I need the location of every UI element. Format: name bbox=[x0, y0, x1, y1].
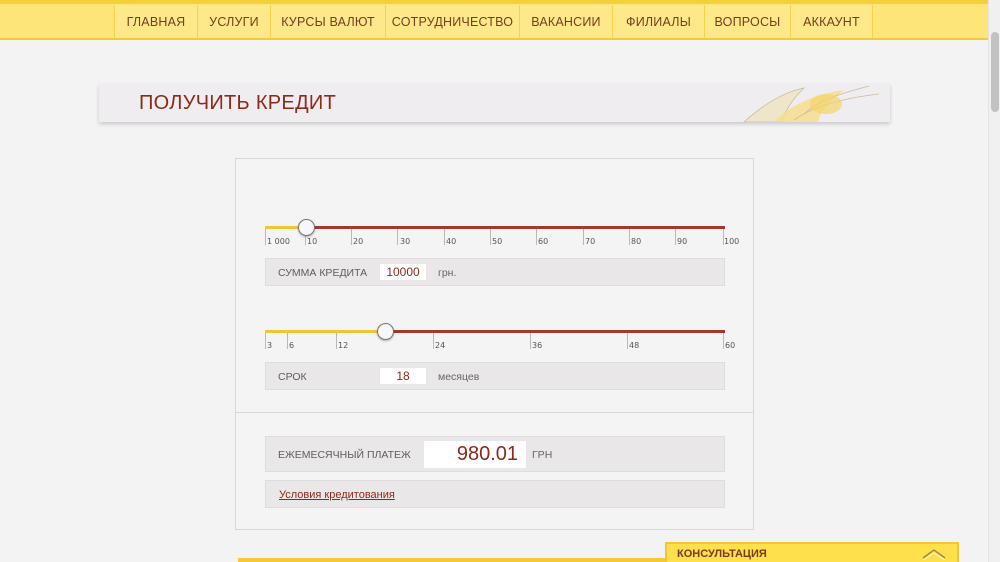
amount-tick-label: 70 bbox=[585, 237, 596, 246]
term-tick bbox=[336, 333, 337, 349]
page-scrollbar[interactable] bbox=[988, 0, 1000, 562]
term-tick-label: 3 bbox=[267, 341, 273, 350]
term-tick bbox=[433, 333, 434, 349]
credit-terms-row: Условия кредитования bbox=[265, 480, 725, 508]
amount-slider-track[interactable] bbox=[306, 226, 725, 229]
amount-slider-handle[interactable] bbox=[298, 219, 315, 236]
amount-slider[interactable]: 1 000 10 20 30 40 50 60 70 80 90 100 bbox=[265, 219, 739, 256]
nav-item-cooperation[interactable]: СОТРУДНИЧЕСТВО bbox=[386, 5, 520, 38]
term-label: СРОК bbox=[278, 371, 307, 383]
term-tick bbox=[530, 333, 531, 349]
top-navigation-bar: ГЛАВНАЯ УСЛУГИ КУРСЫ ВАЛЮТ СОТРУДНИЧЕСТВ… bbox=[0, 0, 988, 40]
term-tick-label: 48 bbox=[629, 341, 640, 350]
amount-unit: грн. bbox=[438, 267, 457, 279]
amount-field-row: СУММА КРЕДИТА грн. bbox=[265, 258, 725, 286]
footer-strip bbox=[238, 558, 668, 562]
amount-tick-label: 10 bbox=[307, 237, 318, 246]
amount-tick-label: 50 bbox=[492, 237, 503, 246]
amount-tick bbox=[675, 229, 676, 245]
amount-tick-label: 1 000 bbox=[267, 237, 290, 246]
monthly-payment-value: 980.01 bbox=[424, 441, 526, 468]
monthly-payment-unit: ГРН bbox=[532, 449, 553, 461]
nav-item-exchange-rates[interactable]: КУРСЫ ВАЛЮТ bbox=[271, 5, 386, 38]
credit-terms-link[interactable]: Условия кредитования bbox=[279, 489, 395, 501]
nav-item-branches[interactable]: ФИЛИАЛЫ bbox=[613, 5, 705, 38]
amount-tick-label: 20 bbox=[353, 237, 364, 246]
amount-tick bbox=[629, 229, 630, 245]
term-field-row: СРОК месяцев bbox=[265, 362, 725, 390]
page-title: ПОЛУЧИТЬ КРЕДИТ bbox=[139, 92, 337, 114]
panel-divider bbox=[236, 412, 753, 413]
amount-tick-label: 80 bbox=[631, 237, 642, 246]
amount-tick-label: 40 bbox=[446, 237, 457, 246]
monthly-payment-row: ЕЖЕМЕСЯЧНЫЙ ПЛАТЕЖ 980.01 ГРН bbox=[265, 436, 725, 472]
term-tick-label: 36 bbox=[532, 341, 543, 350]
monthly-payment-label: ЕЖЕМЕСЯЧНЫЙ ПЛАТЕЖ bbox=[278, 449, 411, 461]
amount-tick bbox=[444, 229, 445, 245]
nav-item-vacancies[interactable]: ВАКАНСИИ bbox=[520, 5, 613, 38]
term-tick-label: 12 bbox=[338, 341, 349, 350]
amount-input[interactable] bbox=[380, 264, 426, 280]
nav-item-account[interactable]: АККАУНТ bbox=[791, 5, 873, 38]
amount-tick bbox=[351, 229, 352, 245]
term-slider[interactable]: 3 6 12 24 36 48 60 bbox=[265, 323, 735, 360]
amount-tick bbox=[583, 229, 584, 245]
amount-tick bbox=[536, 229, 537, 245]
banner-decoration-icon bbox=[743, 85, 880, 122]
page-title-banner: ПОЛУЧИТЬ КРЕДИТ bbox=[99, 84, 890, 122]
term-tick bbox=[265, 333, 266, 349]
consultation-label: КОНСУЛЬТАЦИЯ bbox=[677, 548, 767, 560]
credit-calculator: 1 000 10 20 30 40 50 60 70 80 90 100 СУМ… bbox=[235, 158, 754, 530]
term-tick-label: 6 bbox=[289, 341, 295, 350]
amount-tick-label: 30 bbox=[400, 237, 411, 246]
amount-label: СУММА КРЕДИТА bbox=[278, 267, 368, 279]
term-tick-label: 24 bbox=[435, 341, 446, 350]
nav-item-services[interactable]: УСЛУГИ bbox=[198, 5, 271, 38]
amount-tick-label: 100 bbox=[724, 237, 740, 246]
amount-tick bbox=[490, 229, 491, 245]
term-unit: месяцев bbox=[438, 371, 480, 383]
term-tick bbox=[723, 333, 724, 349]
term-tick-label: 60 bbox=[725, 341, 736, 350]
scrollbar-thumb[interactable] bbox=[991, 32, 999, 112]
term-slider-fill bbox=[265, 330, 385, 333]
consultation-widget[interactable]: КОНСУЛЬТАЦИЯ bbox=[665, 542, 959, 562]
term-tick bbox=[627, 333, 628, 349]
amount-tick-label: 90 bbox=[677, 237, 688, 246]
chevron-up-icon[interactable] bbox=[921, 546, 947, 560]
amount-tick bbox=[397, 229, 398, 245]
nav-item-questions[interactable]: ВОПРОСЫ bbox=[705, 5, 791, 38]
amount-tick bbox=[265, 229, 266, 245]
term-slider-track[interactable] bbox=[385, 330, 725, 333]
amount-tick-label: 60 bbox=[538, 237, 549, 246]
term-tick bbox=[287, 333, 288, 349]
nav-item-home[interactable]: ГЛАВНАЯ bbox=[114, 5, 198, 38]
term-input[interactable] bbox=[380, 368, 426, 384]
term-slider-handle[interactable] bbox=[377, 323, 394, 340]
main-nav: ГЛАВНАЯ УСЛУГИ КУРСЫ ВАЛЮТ СОТРУДНИЧЕСТВ… bbox=[114, 5, 873, 38]
